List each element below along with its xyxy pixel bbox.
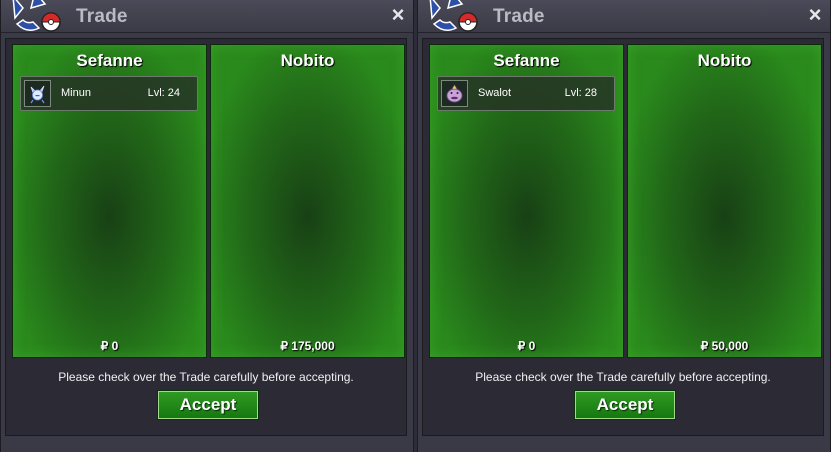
trader-name: Nobito (280, 51, 335, 70)
trade-notice: Please check over the Trade carefully be… (58, 370, 354, 384)
pokemon-name: Minun (61, 87, 91, 99)
trade-body: Sefanne Minun Lvl: 24 ₽ 0 Nobito ₽ 175,0… (5, 38, 407, 436)
money-offer: ₽ 50,000 (700, 339, 749, 353)
close-icon[interactable]: × (388, 4, 408, 26)
title-bar[interactable]: Trade × (418, 0, 830, 33)
trade-panel-nobito: Nobito ₽ 175,000 (210, 44, 405, 358)
screenshot-stage: Trade × Sefanne Minun Lvl: 24 ₽ 0 Nobito… (0, 0, 831, 452)
pokemon-slot[interactable]: Minun Lvl: 24 (20, 76, 198, 111)
title-bar[interactable]: Trade × (1, 0, 413, 33)
window-title: Trade (493, 6, 545, 27)
pokemon-level: Lvl: 24 (147, 87, 180, 99)
trade-panel-nobito: Nobito ₽ 50,000 (627, 44, 822, 358)
money-offer: ₽ 0 (100, 339, 119, 353)
trade-logo-icon (12, 0, 61, 32)
pokemon-level: Lvl: 28 (564, 87, 597, 99)
trader-name: Nobito (697, 51, 752, 70)
trade-notice: Please check over the Trade carefully be… (475, 370, 771, 384)
minun-icon (24, 80, 51, 107)
trade-panel-sefanne: Sefanne Minun Lvl: 24 ₽ 0 (12, 44, 207, 358)
accept-button[interactable]: Accept (157, 390, 259, 420)
money-offer: ₽ 0 (517, 339, 536, 353)
close-icon[interactable]: × (805, 4, 825, 26)
pokemon-slot[interactable]: Swalot Lvl: 28 (437, 76, 615, 111)
trader-name: Sefanne (76, 51, 143, 70)
window-title: Trade (76, 6, 128, 27)
trade-logo-icon (429, 0, 478, 32)
trade-window-1: Trade × Sefanne Minun Lvl: 24 ₽ 0 Nobito… (0, 0, 414, 452)
trade-panel-sefanne: Sefanne Swalot Lvl: 28 ₽ 0 (429, 44, 624, 358)
money-offer: ₽ 175,000 (280, 339, 335, 353)
swalot-icon (441, 80, 468, 107)
trader-name: Sefanne (493, 51, 560, 70)
accept-button[interactable]: Accept (574, 390, 676, 420)
trade-body: Sefanne Swalot Lvl: 28 ₽ 0 Nobito ₽ 50,0… (422, 38, 824, 436)
pokemon-name: Swalot (478, 87, 512, 99)
trade-window-2: Trade × Sefanne Swalot Lvl: 28 ₽ 0 Nobit… (417, 0, 831, 452)
